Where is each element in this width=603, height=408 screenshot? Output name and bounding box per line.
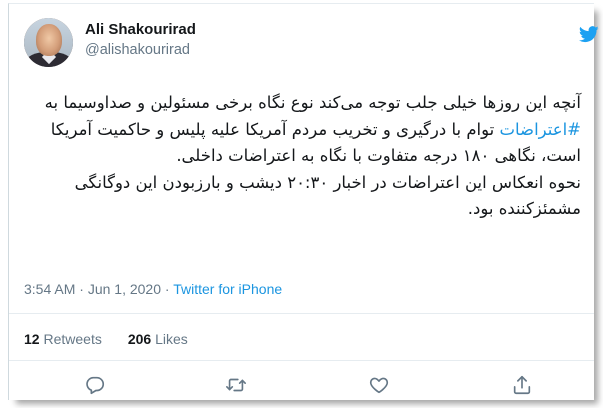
retweets-label: Retweets	[43, 331, 102, 347]
tweet-time[interactable]: 3:54 AM	[24, 281, 75, 297]
divider	[9, 313, 594, 314]
share-icon[interactable]	[509, 372, 535, 398]
tweet-source-link[interactable]: Twitter for iPhone	[173, 281, 282, 297]
retweets-count: 12	[24, 331, 40, 347]
meta-separator: ·	[79, 281, 84, 297]
tweet-text-pre: آنچه این روزها خیلی جلب توجه می‌کند نوع …	[44, 93, 581, 112]
tweet-actions	[9, 372, 595, 398]
retweet-icon[interactable]	[223, 372, 249, 398]
tweet-stats: 12 Retweets 206 Likes	[24, 331, 188, 347]
tweet-header: Ali Shakourirad @alishakourirad	[24, 18, 599, 74]
likes-label: Likes	[155, 331, 188, 347]
tweet-text: آنچه این روزها خیلی جلب توجه می‌کند نوع …	[23, 90, 581, 223]
heart-icon[interactable]	[366, 372, 392, 398]
avatar[interactable]	[24, 18, 73, 67]
likes-stat[interactable]: 206 Likes	[128, 331, 188, 347]
twitter-bird-icon[interactable]	[578, 26, 599, 43]
tweet-paragraph-2: نحوه انعکاس این اعتراضات در اخبار ۲۰:۳۰ …	[74, 172, 581, 219]
hashtag-link[interactable]: #اعتراضات	[500, 120, 582, 139]
reply-icon[interactable]	[82, 372, 108, 398]
tweet-card: Ali Shakourirad @alishakourirad آنچه این…	[8, 3, 599, 400]
tweet-paragraph-1: آنچه این روزها خیلی جلب توجه می‌کند نوع …	[23, 90, 581, 170]
author-name[interactable]: Ali Shakourirad	[85, 21, 196, 38]
tweet-meta: 3:54 AM · Jun 1, 2020 · Twitter for iPho…	[24, 281, 282, 297]
author-handle[interactable]: @alishakourirad	[85, 42, 190, 58]
tweet-date[interactable]: Jun 1, 2020	[88, 281, 161, 297]
retweets-stat[interactable]: 12 Retweets	[24, 331, 102, 347]
meta-separator: ·	[164, 281, 170, 297]
divider	[9, 360, 594, 361]
likes-count: 206	[127, 331, 152, 347]
